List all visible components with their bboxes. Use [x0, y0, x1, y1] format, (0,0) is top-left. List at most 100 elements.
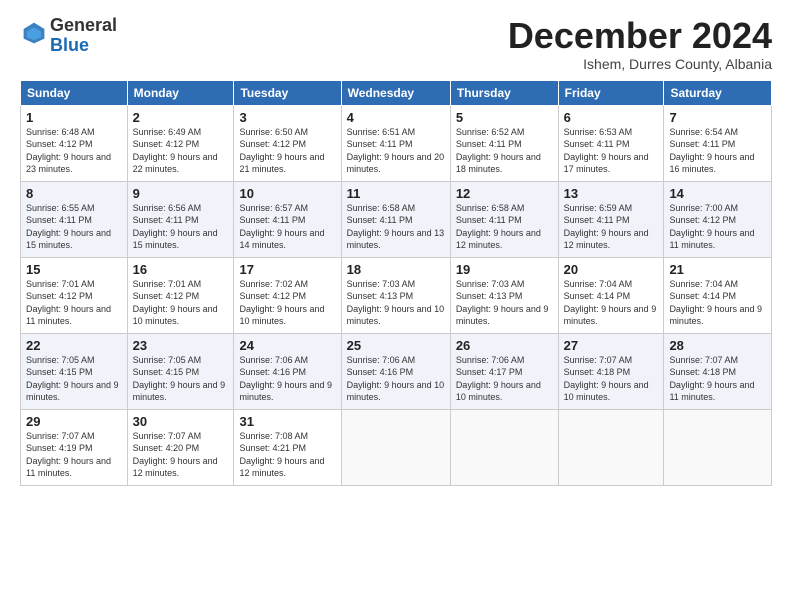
day-detail: Sunrise: 7:03 AM Sunset: 4:13 PM Dayligh… — [456, 278, 553, 328]
calendar-cell: 30 Sunrise: 7:07 AM Sunset: 4:20 PM Dayl… — [127, 409, 234, 485]
calendar-table: Sunday Monday Tuesday Wednesday Thursday… — [20, 80, 772, 486]
calendar-cell: 4 Sunrise: 6:51 AM Sunset: 4:11 PM Dayli… — [341, 105, 450, 181]
col-monday: Monday — [127, 80, 234, 105]
day-number: 23 — [133, 338, 229, 353]
col-saturday: Saturday — [664, 80, 772, 105]
day-number: 2 — [133, 110, 229, 125]
day-number: 20 — [564, 262, 659, 277]
calendar-cell: 25 Sunrise: 7:06 AM Sunset: 4:16 PM Dayl… — [341, 333, 450, 409]
calendar-page: General Blue December 2024 Ishem, Durres… — [0, 0, 792, 612]
day-detail: Sunrise: 7:04 AM Sunset: 4:14 PM Dayligh… — [564, 278, 659, 328]
day-detail: Sunrise: 6:57 AM Sunset: 4:11 PM Dayligh… — [239, 202, 335, 252]
calendar-cell: 22 Sunrise: 7:05 AM Sunset: 4:15 PM Dayl… — [21, 333, 128, 409]
logo-blue-text: Blue — [50, 35, 89, 55]
logo: General Blue — [20, 16, 117, 56]
calendar-cell: 15 Sunrise: 7:01 AM Sunset: 4:12 PM Dayl… — [21, 257, 128, 333]
day-detail: Sunrise: 7:08 AM Sunset: 4:21 PM Dayligh… — [239, 430, 335, 480]
day-number: 3 — [239, 110, 335, 125]
day-number: 12 — [456, 186, 553, 201]
calendar-week-5: 29 Sunrise: 7:07 AM Sunset: 4:19 PM Dayl… — [21, 409, 772, 485]
day-number: 8 — [26, 186, 122, 201]
col-friday: Friday — [558, 80, 664, 105]
day-detail: Sunrise: 6:54 AM Sunset: 4:11 PM Dayligh… — [669, 126, 766, 176]
calendar-cell: 12 Sunrise: 6:58 AM Sunset: 4:11 PM Dayl… — [450, 181, 558, 257]
calendar-cell: 13 Sunrise: 6:59 AM Sunset: 4:11 PM Dayl… — [558, 181, 664, 257]
calendar-cell: 10 Sunrise: 6:57 AM Sunset: 4:11 PM Dayl… — [234, 181, 341, 257]
day-detail: Sunrise: 6:59 AM Sunset: 4:11 PM Dayligh… — [564, 202, 659, 252]
month-title: December 2024 — [508, 16, 772, 56]
day-number: 28 — [669, 338, 766, 353]
day-detail: Sunrise: 7:04 AM Sunset: 4:14 PM Dayligh… — [669, 278, 766, 328]
day-detail: Sunrise: 7:06 AM Sunset: 4:16 PM Dayligh… — [239, 354, 335, 404]
location: Ishem, Durres County, Albania — [508, 56, 772, 72]
calendar-cell: 7 Sunrise: 6:54 AM Sunset: 4:11 PM Dayli… — [664, 105, 772, 181]
day-detail: Sunrise: 7:01 AM Sunset: 4:12 PM Dayligh… — [26, 278, 122, 328]
day-number: 18 — [347, 262, 445, 277]
calendar-cell: 18 Sunrise: 7:03 AM Sunset: 4:13 PM Dayl… — [341, 257, 450, 333]
day-number: 7 — [669, 110, 766, 125]
day-number: 26 — [456, 338, 553, 353]
day-number: 10 — [239, 186, 335, 201]
day-number: 17 — [239, 262, 335, 277]
calendar-cell: 19 Sunrise: 7:03 AM Sunset: 4:13 PM Dayl… — [450, 257, 558, 333]
logo-icon — [22, 21, 46, 45]
day-detail: Sunrise: 6:55 AM Sunset: 4:11 PM Dayligh… — [26, 202, 122, 252]
calendar-header-row: Sunday Monday Tuesday Wednesday Thursday… — [21, 80, 772, 105]
day-detail: Sunrise: 7:05 AM Sunset: 4:15 PM Dayligh… — [133, 354, 229, 404]
day-number: 13 — [564, 186, 659, 201]
calendar-week-1: 1 Sunrise: 6:48 AM Sunset: 4:12 PM Dayli… — [21, 105, 772, 181]
calendar-cell: 24 Sunrise: 7:06 AM Sunset: 4:16 PM Dayl… — [234, 333, 341, 409]
day-number: 19 — [456, 262, 553, 277]
calendar-cell: 29 Sunrise: 7:07 AM Sunset: 4:19 PM Dayl… — [21, 409, 128, 485]
day-number: 24 — [239, 338, 335, 353]
day-number: 5 — [456, 110, 553, 125]
calendar-week-4: 22 Sunrise: 7:05 AM Sunset: 4:15 PM Dayl… — [21, 333, 772, 409]
title-block: December 2024 Ishem, Durres County, Alba… — [508, 16, 772, 72]
calendar-cell: 20 Sunrise: 7:04 AM Sunset: 4:14 PM Dayl… — [558, 257, 664, 333]
calendar-cell: 1 Sunrise: 6:48 AM Sunset: 4:12 PM Dayli… — [21, 105, 128, 181]
day-number: 25 — [347, 338, 445, 353]
calendar-cell: 26 Sunrise: 7:06 AM Sunset: 4:17 PM Dayl… — [450, 333, 558, 409]
day-detail: Sunrise: 6:52 AM Sunset: 4:11 PM Dayligh… — [456, 126, 553, 176]
col-sunday: Sunday — [21, 80, 128, 105]
calendar-cell — [558, 409, 664, 485]
day-number: 27 — [564, 338, 659, 353]
calendar-cell: 28 Sunrise: 7:07 AM Sunset: 4:18 PM Dayl… — [664, 333, 772, 409]
calendar-cell: 23 Sunrise: 7:05 AM Sunset: 4:15 PM Dayl… — [127, 333, 234, 409]
calendar-cell — [450, 409, 558, 485]
logo-general-text: General — [50, 15, 117, 35]
day-number: 11 — [347, 186, 445, 201]
day-detail: Sunrise: 6:49 AM Sunset: 4:12 PM Dayligh… — [133, 126, 229, 176]
calendar-cell — [341, 409, 450, 485]
col-thursday: Thursday — [450, 80, 558, 105]
calendar-cell: 3 Sunrise: 6:50 AM Sunset: 4:12 PM Dayli… — [234, 105, 341, 181]
day-detail: Sunrise: 6:50 AM Sunset: 4:12 PM Dayligh… — [239, 126, 335, 176]
day-detail: Sunrise: 7:00 AM Sunset: 4:12 PM Dayligh… — [669, 202, 766, 252]
day-detail: Sunrise: 7:05 AM Sunset: 4:15 PM Dayligh… — [26, 354, 122, 404]
day-number: 30 — [133, 414, 229, 429]
calendar-cell: 2 Sunrise: 6:49 AM Sunset: 4:12 PM Dayli… — [127, 105, 234, 181]
calendar-cell: 6 Sunrise: 6:53 AM Sunset: 4:11 PM Dayli… — [558, 105, 664, 181]
calendar-cell — [664, 409, 772, 485]
calendar-cell: 31 Sunrise: 7:08 AM Sunset: 4:21 PM Dayl… — [234, 409, 341, 485]
day-detail: Sunrise: 7:07 AM Sunset: 4:19 PM Dayligh… — [26, 430, 122, 480]
col-wednesday: Wednesday — [341, 80, 450, 105]
day-number: 21 — [669, 262, 766, 277]
day-detail: Sunrise: 7:07 AM Sunset: 4:18 PM Dayligh… — [564, 354, 659, 404]
calendar-cell: 11 Sunrise: 6:58 AM Sunset: 4:11 PM Dayl… — [341, 181, 450, 257]
day-number: 15 — [26, 262, 122, 277]
day-detail: Sunrise: 6:56 AM Sunset: 4:11 PM Dayligh… — [133, 202, 229, 252]
day-number: 1 — [26, 110, 122, 125]
calendar-cell: 14 Sunrise: 7:00 AM Sunset: 4:12 PM Dayl… — [664, 181, 772, 257]
calendar-cell: 27 Sunrise: 7:07 AM Sunset: 4:18 PM Dayl… — [558, 333, 664, 409]
day-number: 9 — [133, 186, 229, 201]
calendar-cell: 17 Sunrise: 7:02 AM Sunset: 4:12 PM Dayl… — [234, 257, 341, 333]
day-number: 14 — [669, 186, 766, 201]
day-detail: Sunrise: 7:02 AM Sunset: 4:12 PM Dayligh… — [239, 278, 335, 328]
day-detail: Sunrise: 6:58 AM Sunset: 4:11 PM Dayligh… — [347, 202, 445, 252]
day-detail: Sunrise: 6:51 AM Sunset: 4:11 PM Dayligh… — [347, 126, 445, 176]
calendar-cell: 21 Sunrise: 7:04 AM Sunset: 4:14 PM Dayl… — [664, 257, 772, 333]
day-number: 31 — [239, 414, 335, 429]
col-tuesday: Tuesday — [234, 80, 341, 105]
calendar-cell: 16 Sunrise: 7:01 AM Sunset: 4:12 PM Dayl… — [127, 257, 234, 333]
